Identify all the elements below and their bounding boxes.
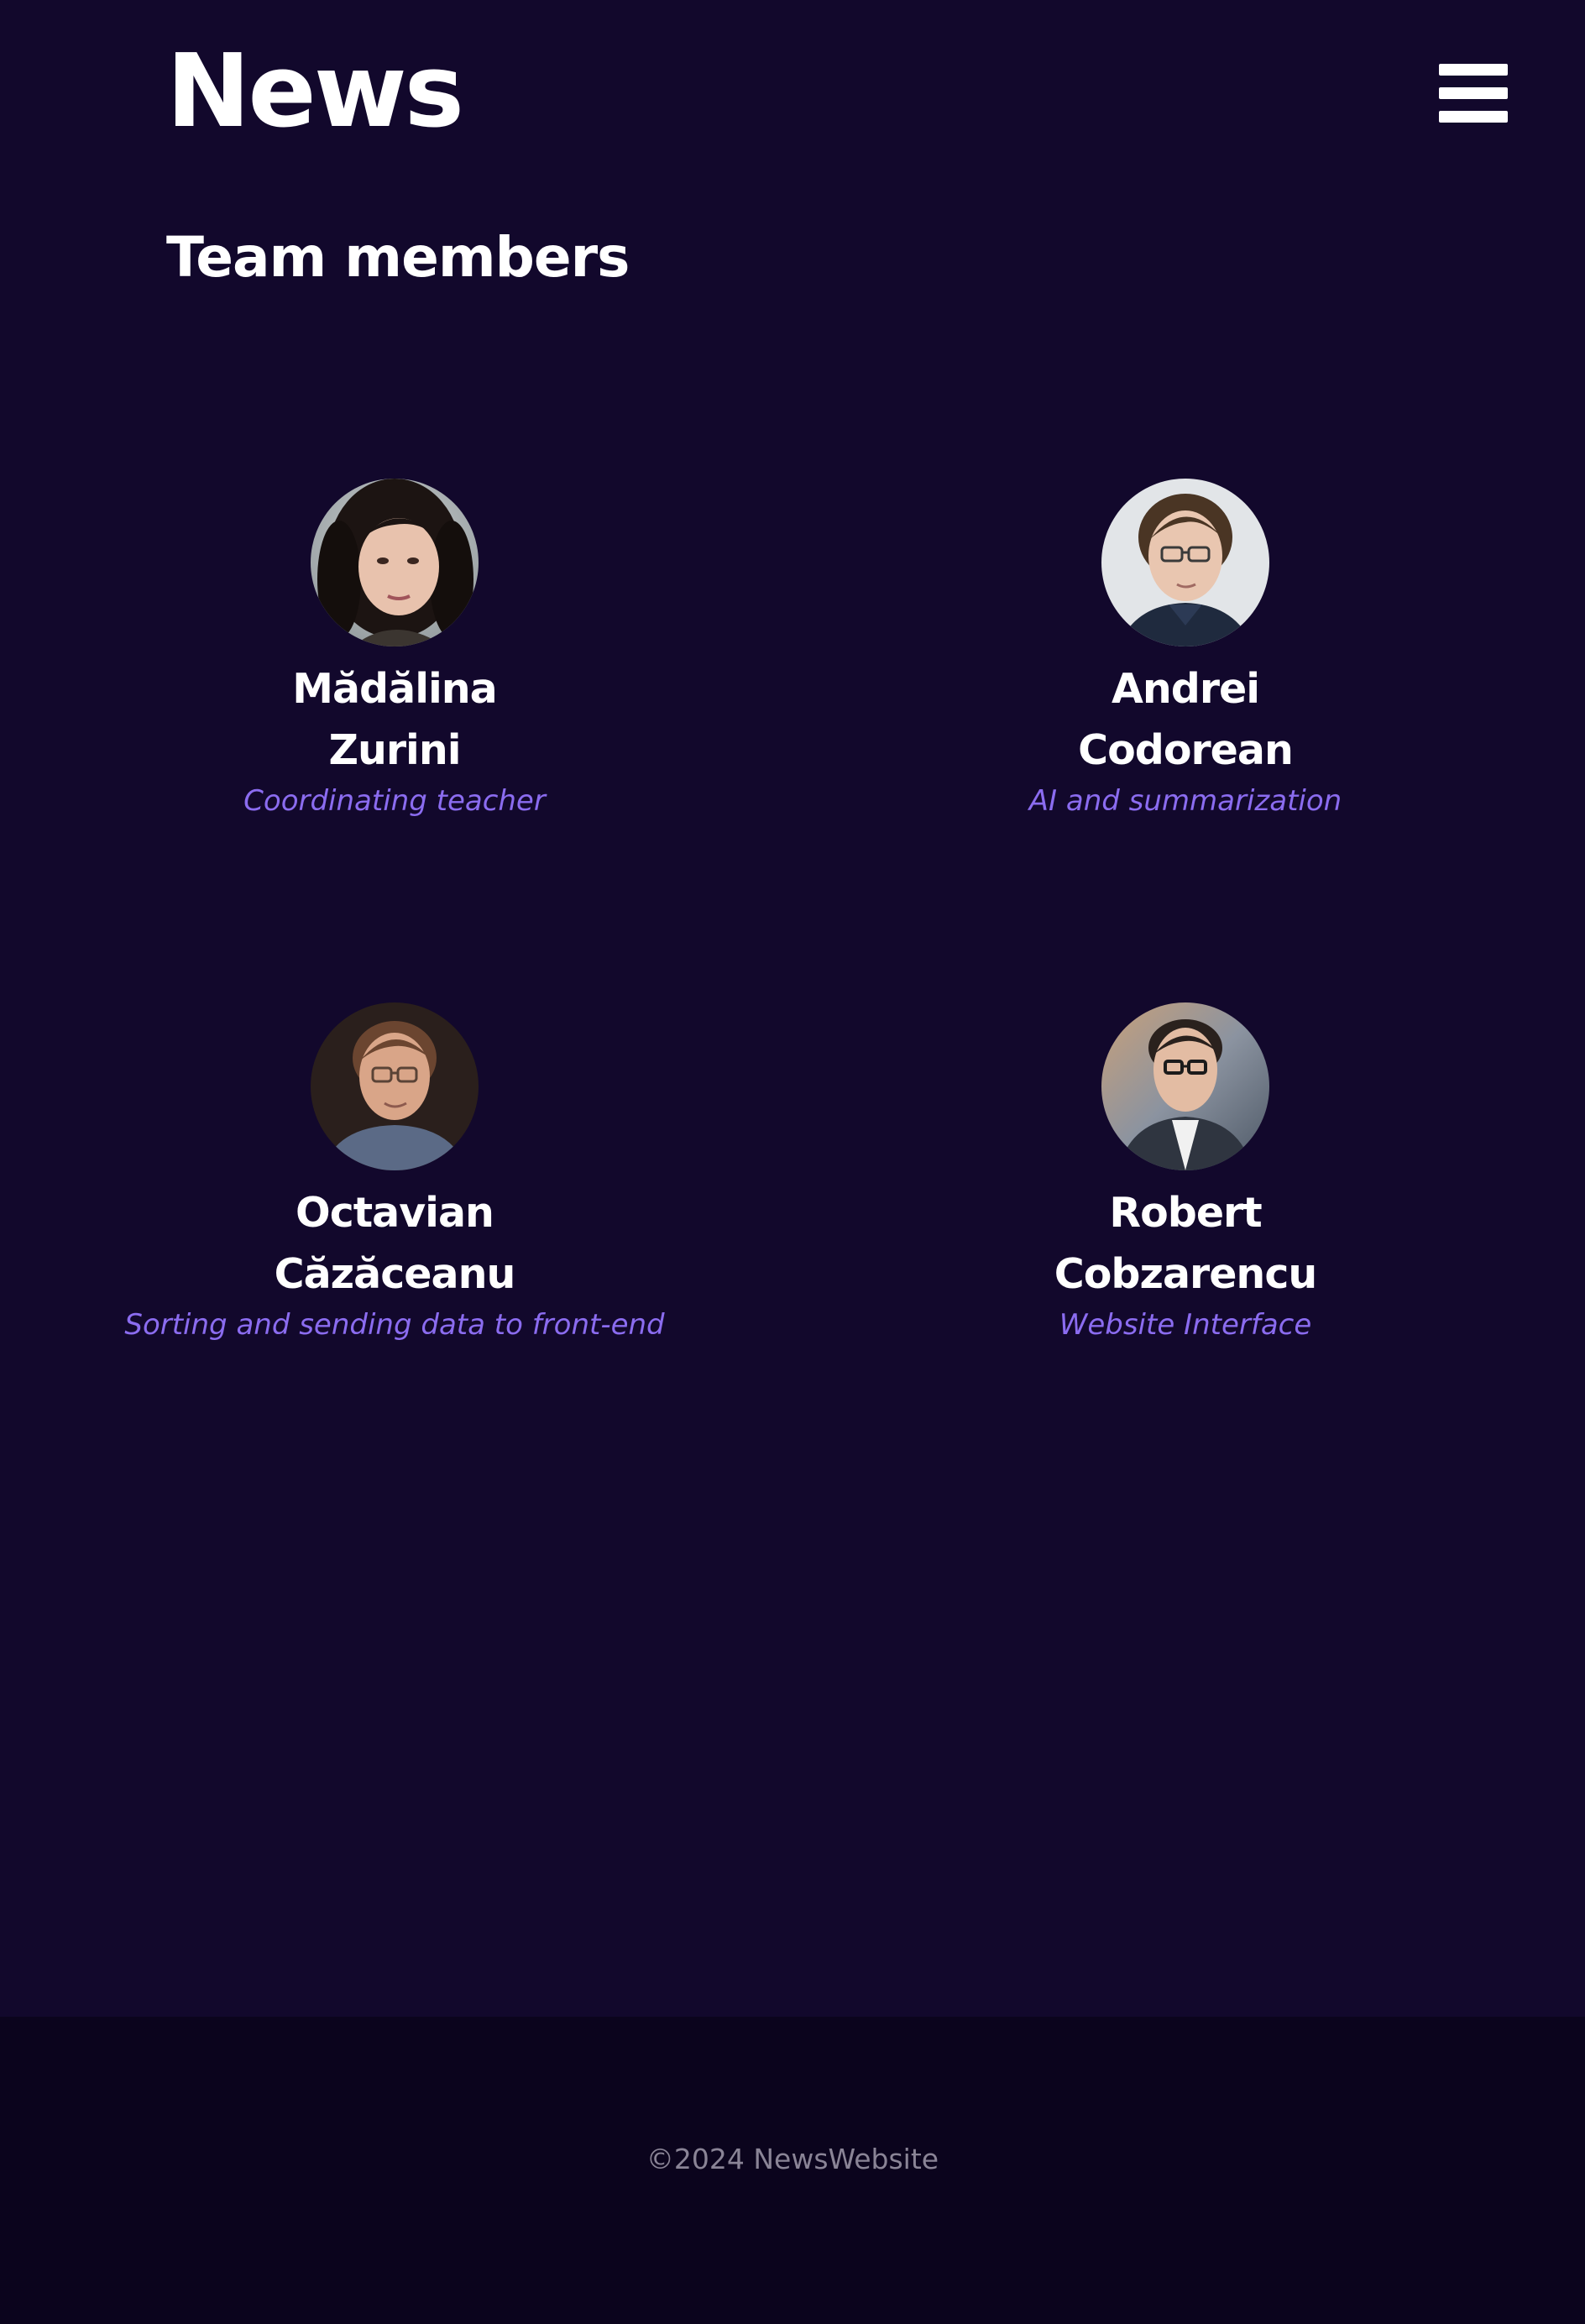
member-name: Robert Cobzarencu xyxy=(808,1182,1563,1305)
member-role: AI and summarization xyxy=(1028,784,1342,818)
member-avatar xyxy=(1101,1002,1269,1170)
member-first-name: Mădălina xyxy=(292,665,498,713)
team-member-card: Octavian Căzăceanu Sorting and sending d… xyxy=(17,1002,772,1343)
hamburger-menu-icon-bar xyxy=(1439,111,1508,123)
member-name: Mădălina Zurini xyxy=(17,658,772,781)
member-last-name: Codorean xyxy=(1078,726,1294,774)
member-role: Sorting and sending data to front-end xyxy=(124,1308,665,1342)
footer-copyright: ©2024 NewsWebsite xyxy=(646,2143,939,2175)
member-name: Octavian Căzăceanu xyxy=(17,1182,772,1305)
hamburger-menu-icon-bar xyxy=(1439,87,1508,99)
site-footer: ©2024 NewsWebsite xyxy=(0,2017,1585,2324)
member-first-name: Robert xyxy=(1109,1189,1262,1237)
member-last-name: Cobzarencu xyxy=(1054,1250,1318,1298)
team-members-heading: Team members xyxy=(166,225,630,290)
member-role: Coordinating teacher xyxy=(243,784,546,818)
member-first-name: Octavian xyxy=(296,1189,494,1237)
member-last-name: Căzăceanu xyxy=(274,1250,516,1298)
site-header: News xyxy=(0,0,1585,193)
team-member-card: Mădălina Zurini Coordinating teacher xyxy=(17,479,772,819)
site-brand-logo[interactable]: News xyxy=(166,34,464,151)
hamburger-menu-button[interactable] xyxy=(1439,64,1508,123)
member-avatar xyxy=(311,1002,479,1170)
hamburger-menu-icon xyxy=(1439,64,1508,76)
team-member-card: Robert Cobzarencu Website Interface xyxy=(808,1002,1563,1343)
member-first-name: Andrei xyxy=(1111,665,1260,713)
member-avatar xyxy=(1101,479,1269,646)
member-role: Website Interface xyxy=(1059,1308,1312,1342)
team-member-card: Andrei Codorean AI and summarization xyxy=(808,479,1563,819)
member-avatar xyxy=(311,479,479,646)
member-last-name: Zurini xyxy=(328,726,461,774)
member-name: Andrei Codorean xyxy=(808,658,1563,781)
